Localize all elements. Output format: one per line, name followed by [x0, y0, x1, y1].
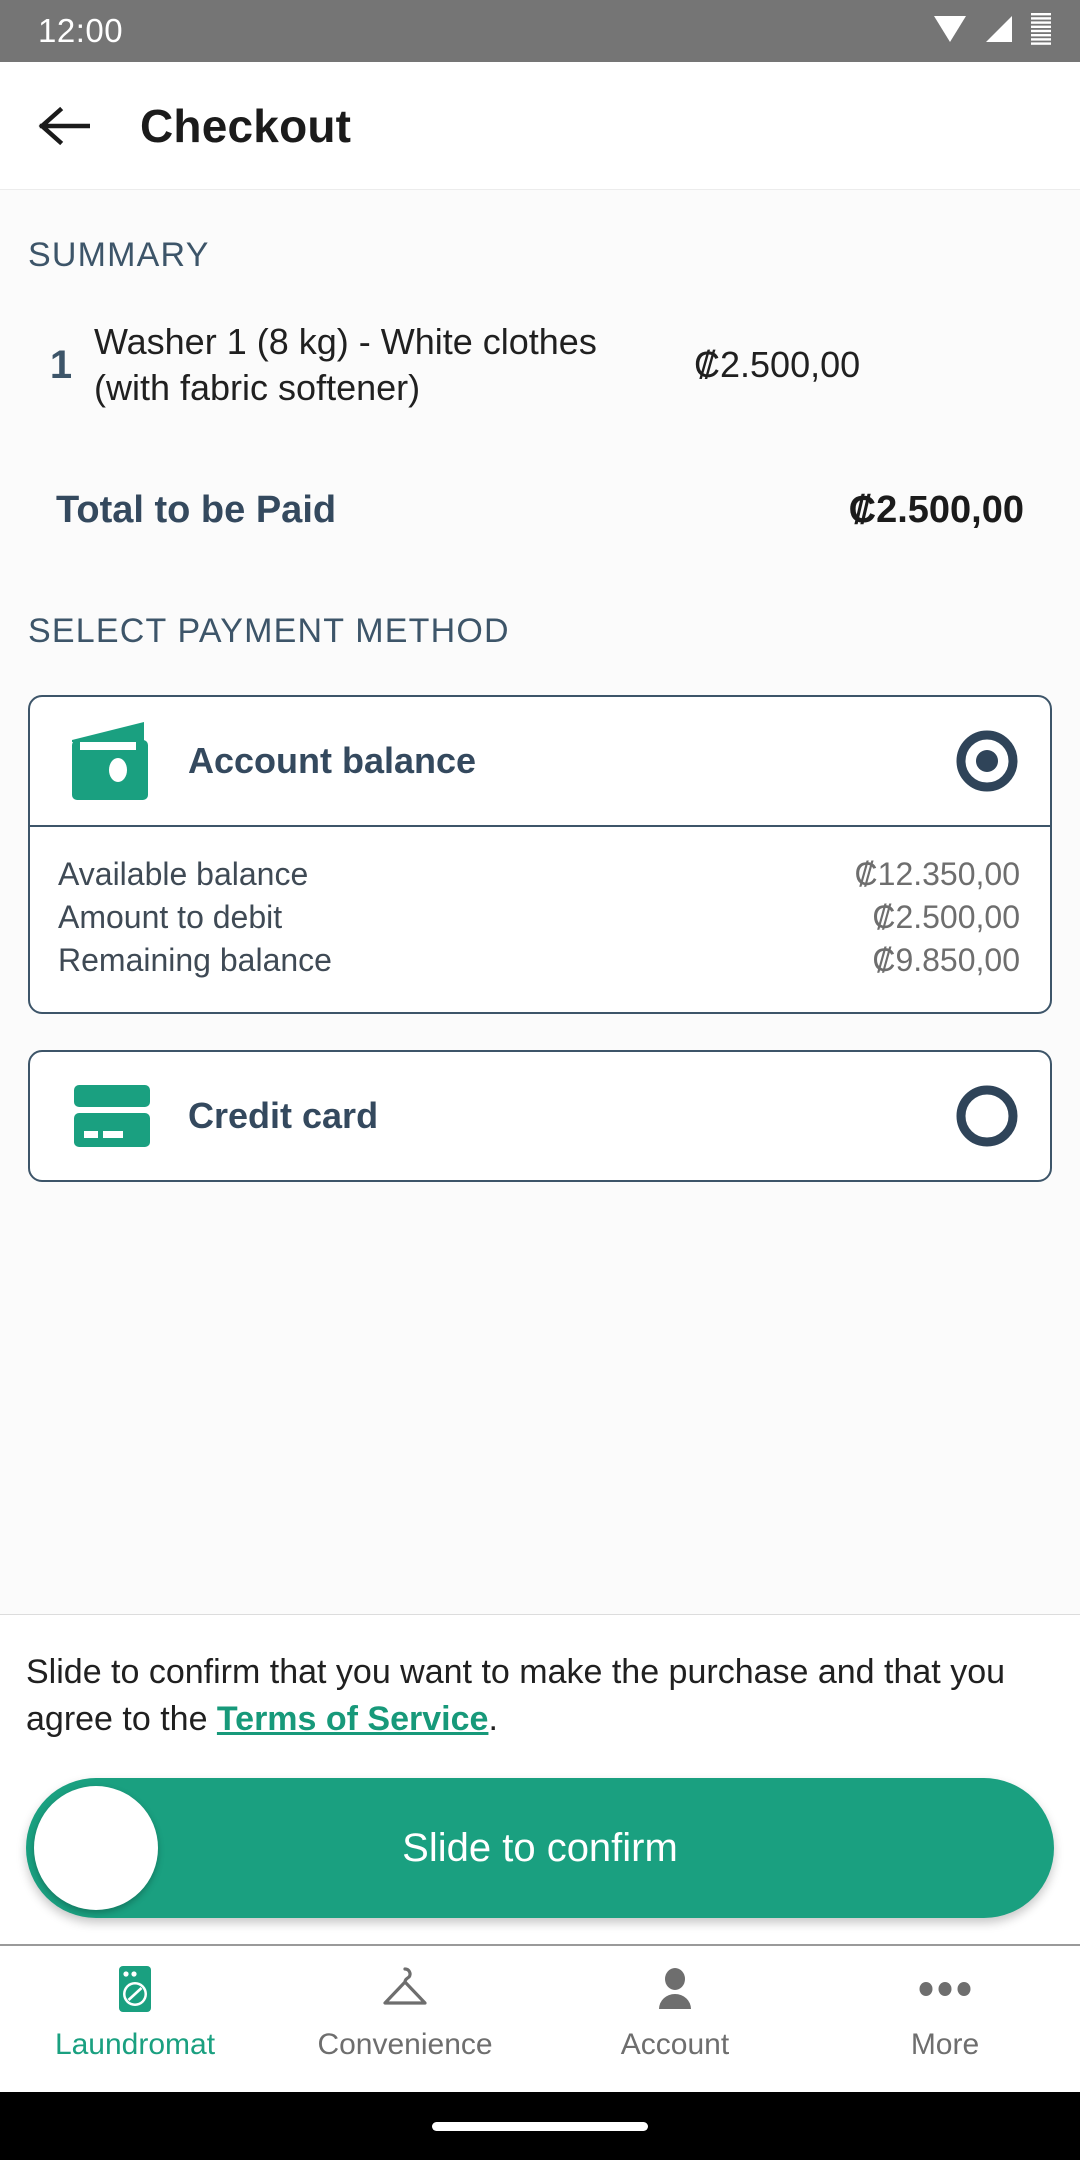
radio-credit-card-unselected[interactable] — [956, 1085, 1018, 1147]
status-icon-group — [932, 12, 1052, 50]
item-quantity: 1 — [49, 342, 73, 387]
confirm-text-after: . — [488, 1700, 498, 1739]
wifi-icon — [932, 14, 968, 49]
detail-amount-to-debit: Amount to debit ₡2.500,00 — [58, 896, 1020, 939]
nav-item-more[interactable]: More — [810, 1962, 1080, 2062]
status-bar: 12:00 — [0, 0, 1080, 62]
person-icon — [653, 1962, 697, 2016]
detail-label: Remaining balance — [58, 942, 332, 979]
terms-of-service-link[interactable]: Terms of Service — [217, 1700, 489, 1738]
payment-method-header[interactable]: Credit card — [30, 1052, 1050, 1180]
payment-section-label: SELECT PAYMENT METHOD — [28, 612, 510, 651]
bottom-navigation: Laundromat Convenience Account More — [0, 1944, 1080, 2092]
confirm-disclaimer: Slide to confirm that you want to make t… — [26, 1649, 1054, 1744]
credit-card-icon — [66, 1079, 164, 1153]
more-dots-icon — [917, 1962, 973, 2016]
gesture-pill[interactable] — [432, 2121, 648, 2131]
signal-icon — [982, 14, 1016, 49]
payment-method-account-balance[interactable]: Account balance Available balance ₡12.35… — [28, 695, 1052, 1015]
summary-line-item: 1 Washer 1 (8 kg) - White clothes (with … — [28, 319, 1052, 411]
confirm-footer: Slide to confirm that you want to make t… — [0, 1613, 1080, 1944]
page-title: Checkout — [140, 99, 352, 152]
detail-value: ₡9.850,00 — [872, 942, 1020, 979]
payment-method-list: Account balance Available balance ₡12.35… — [28, 695, 1052, 1183]
payment-method-header[interactable]: Account balance — [30, 697, 1050, 825]
detail-remaining-balance: Remaining balance ₡9.850,00 — [58, 939, 1020, 982]
item-name: Washer 1 (8 kg) - White clothes (with fa… — [94, 321, 597, 409]
payment-method-credit-card[interactable]: Credit card — [28, 1050, 1052, 1183]
washing-machine-icon — [115, 1962, 155, 2016]
wallet-icon — [66, 718, 164, 804]
nav-label: Laundromat — [54, 2028, 216, 2061]
slide-to-confirm-knob[interactable] — [34, 1786, 158, 1910]
nav-item-account[interactable]: Account — [540, 1962, 810, 2062]
battery-icon — [1030, 12, 1052, 50]
slide-to-confirm-track[interactable]: Slide to confirm — [26, 1778, 1054, 1918]
payment-method-label: Credit card — [188, 1095, 379, 1137]
back-button[interactable] — [32, 94, 96, 158]
nav-label: Account — [620, 2028, 730, 2061]
content-scroll-area[interactable]: SUMMARY 1 Washer 1 (8 kg) - White clothe… — [0, 190, 1080, 1614]
app-bar: Checkout — [0, 62, 1080, 190]
gesture-navigation-bar — [0, 2092, 1080, 2160]
total-value: ₡2.500,00 — [848, 489, 1024, 532]
hanger-icon — [379, 1962, 431, 2016]
total-row: Total to be Paid ₡2.500,00 — [28, 489, 1052, 532]
checkout-screen: 12:00 Checkout SUMMARY 1 Washer 1 (8 kg)… — [0, 0, 1080, 2160]
nav-item-convenience[interactable]: Convenience — [270, 1962, 540, 2062]
radio-account-balance-selected[interactable] — [956, 730, 1018, 792]
back-arrow-icon — [38, 106, 90, 145]
total-label: Total to be Paid — [56, 489, 337, 532]
nav-label: Convenience — [317, 2028, 493, 2061]
status-time: 12:00 — [38, 12, 124, 49]
payment-method-label: Account balance — [188, 740, 477, 782]
confirm-text-before: Slide to confirm that you want to make t… — [26, 1652, 1006, 1739]
item-price: ₡2.500,00 — [694, 344, 861, 386]
detail-label: Amount to debit — [58, 899, 283, 936]
summary-section-label: SUMMARY — [28, 236, 210, 274]
detail-label: Available balance — [58, 856, 309, 893]
detail-value: ₡12.350,00 — [854, 856, 1020, 893]
account-balance-details: Available balance ₡12.350,00 Amount to d… — [30, 825, 1050, 1012]
nav-label: More — [910, 2028, 980, 2061]
detail-value: ₡2.500,00 — [872, 899, 1020, 936]
nav-item-laundromat[interactable]: Laundromat — [0, 1962, 270, 2062]
detail-available-balance: Available balance ₡12.350,00 — [58, 853, 1020, 896]
slide-to-confirm-label: Slide to confirm — [402, 1825, 678, 1870]
